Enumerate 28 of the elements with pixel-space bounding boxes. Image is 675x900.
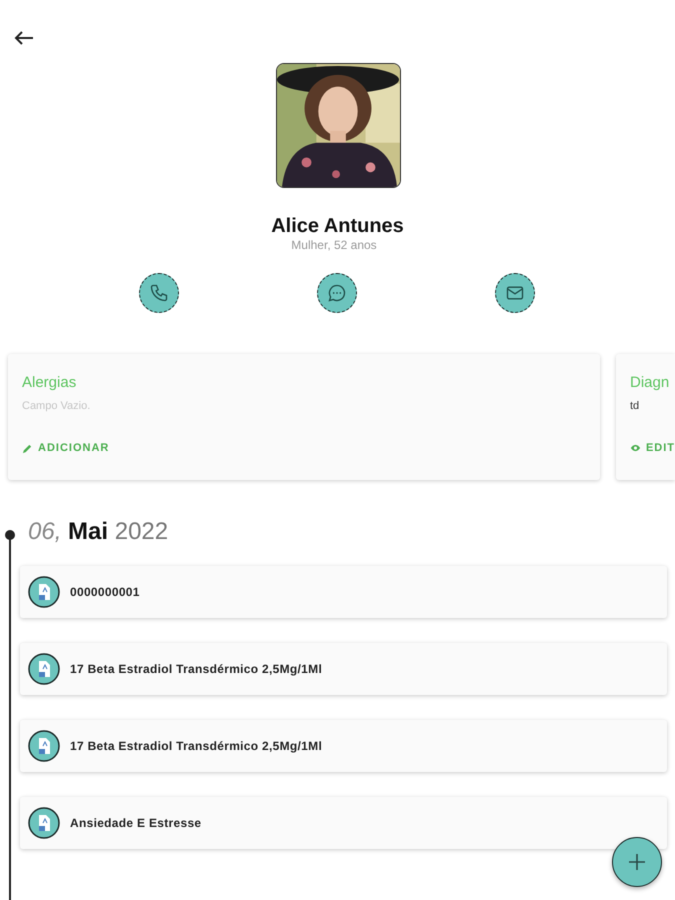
chat-button[interactable] [317,273,357,313]
profile-subtitle: Mulher, 52 anos [290,238,378,252]
document-icon [28,576,60,608]
card-title: Diagn [630,374,670,391]
document-icon [28,807,60,839]
eye-icon [630,443,641,453]
document-icon [28,730,60,762]
entry-card[interactable]: Ansiedade E Estresse [20,797,667,849]
entry-title: Ansiedade E Estresse [70,816,202,830]
entry-title: 0000000001 [70,585,140,599]
back-arrow-icon[interactable] [14,30,34,46]
entry-card[interactable]: 17 Beta Estradiol Transdérmico 2,5Mg/1Ml [20,643,667,695]
profile-name: Alice Antunes [270,215,405,238]
pencil-icon [22,442,33,454]
entry-card[interactable]: 17 Beta Estradiol Transdérmico 2,5Mg/1Ml [20,720,667,772]
document-icon [28,653,60,685]
chat-bubble-icon [327,283,347,303]
email-button[interactable] [495,273,535,313]
plus-icon [627,852,647,872]
entry-title: 17 Beta Estradiol Transdérmico 2,5Mg/1Ml [70,662,322,676]
add-fab[interactable] [612,837,662,887]
card-body: td [630,400,640,414]
phone-button[interactable] [139,273,179,313]
phone-icon [149,283,169,303]
entry-title: 17 Beta Estradiol Transdérmico 2,5Mg/1Ml [70,739,322,753]
entry-card[interactable]: 0000000001 [20,566,667,618]
timeline-date: 06, Mai 2022 [28,518,170,546]
card-title: Alergias [22,374,78,391]
